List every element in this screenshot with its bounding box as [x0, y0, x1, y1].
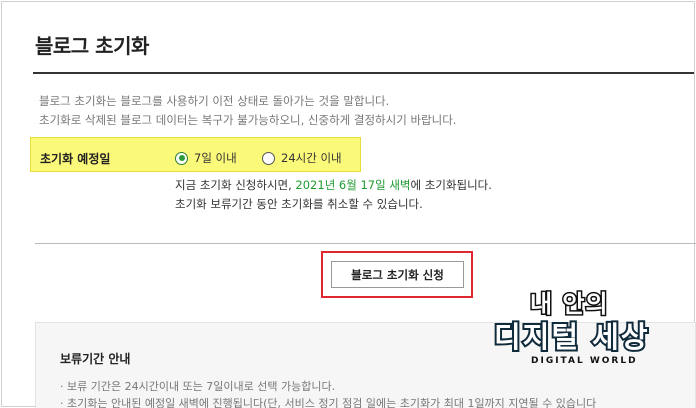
watermark-sub: DIGITAL WORLD: [531, 356, 638, 366]
title-divider: [33, 72, 694, 74]
section-divider: [35, 243, 696, 244]
radio-24-hours[interactable]: 24시간 이내: [262, 150, 342, 166]
description-line: 초기화로 삭제된 블로그 데이터는 복구가 불가능하오니, 신중하게 결정하시기…: [39, 113, 457, 127]
schedule-info-line: 초기화 보류기간 동안 초기화를 취소할 수 있습니다.: [175, 197, 423, 211]
guide-item: · 보류 기간은 24시간이내 또는 7일이내로 선택 가능합니다.: [60, 380, 336, 393]
info-prefix: 지금 초기화 신청하시면,: [175, 178, 296, 192]
radio-checked-icon[interactable]: [175, 151, 188, 165]
description: 블로그 초기화는 블로그를 사용하기 이전 상태로 돌아가는 것을 말합니다. …: [39, 92, 456, 130]
radio-label: 24시간 이내: [281, 151, 342, 165]
info-suffix: 에 초기화됩니다.: [410, 178, 492, 192]
schedule-info: 지금 초기화 신청하시면, 2021년 6월 17일 새벽에 초기화됩니다. 초…: [175, 176, 492, 214]
reset-date: 2021년 6월 17일 새벽: [295, 178, 411, 192]
guide-item: · 초기화는 안내된 예정일 새벽에 진행됩니다(단, 서비스 정기 점검 일에…: [60, 397, 597, 408]
radio-7-days[interactable]: 7일 이내: [175, 150, 237, 166]
description-line: 블로그 초기화는 블로그를 사용하기 이전 상태로 돌아가는 것을 말합니다.: [39, 94, 390, 108]
guide-title: 보류기간 안내: [60, 352, 131, 366]
schedule-info-line: 지금 초기화 신청하시면, 2021년 6월 17일 새벽에 초기화됩니다.: [175, 176, 492, 195]
page-title: 블로그 초기화: [35, 34, 149, 58]
watermark-main: 디지털 세상: [492, 318, 650, 356]
request-reset-button[interactable]: 블로그 초기화 신청: [331, 261, 464, 288]
radio-unchecked-icon[interactable]: [262, 151, 275, 165]
schedule-label: 초기화 예정일: [40, 152, 111, 166]
radio-label: 7일 이내: [194, 151, 237, 165]
